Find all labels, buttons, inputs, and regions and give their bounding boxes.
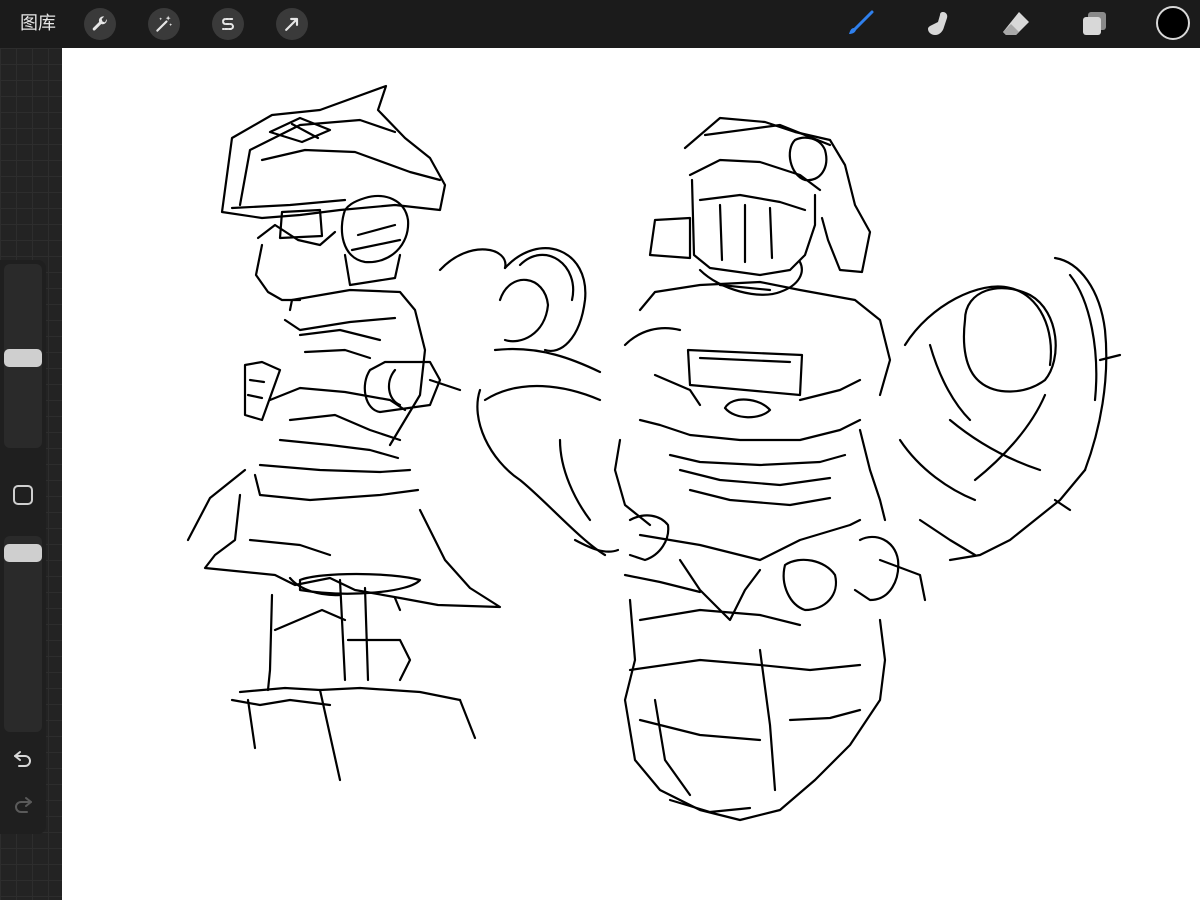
gallery-button[interactable]: 图库 [20, 12, 56, 36]
opacity-slider[interactable] [4, 536, 42, 732]
square-icon[interactable] [13, 485, 33, 505]
undo-icon[interactable] [11, 746, 35, 770]
magic-wand-icon[interactable] [148, 8, 180, 40]
layers-icon[interactable] [1076, 6, 1112, 42]
procreate-app: 图库 [0, 0, 1200, 900]
top-toolbar: 图库 [0, 0, 1200, 48]
eraser-icon[interactable] [998, 6, 1034, 42]
opacity-thumb[interactable] [4, 544, 42, 562]
brush-size-thumb[interactable] [4, 349, 42, 367]
redo-icon[interactable] [11, 792, 35, 816]
brush-icon[interactable] [842, 6, 878, 42]
drawing-canvas[interactable] [62, 48, 1200, 900]
arrow-cursor-icon[interactable] [276, 8, 308, 40]
left-sidebar [0, 260, 46, 834]
selection-s-icon[interactable] [212, 8, 244, 40]
sketch-drawing [186, 84, 1122, 822]
color-picker-button[interactable] [1156, 6, 1190, 40]
smudge-finger-icon[interactable] [920, 6, 956, 42]
wrench-icon[interactable] [84, 8, 116, 40]
left-gutter [0, 48, 62, 900]
